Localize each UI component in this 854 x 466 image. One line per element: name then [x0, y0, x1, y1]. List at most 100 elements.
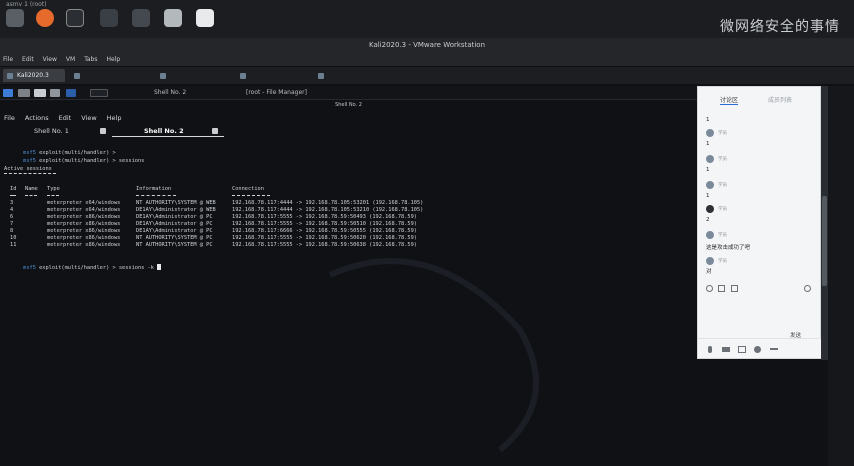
mic-icon[interactable] [708, 346, 712, 353]
close-icon[interactable] [212, 128, 218, 134]
avatar [706, 231, 714, 239]
header-underline [232, 195, 270, 196]
audio-app-icon[interactable] [100, 9, 118, 27]
cell-id: 8 [10, 228, 14, 234]
host-window-title: asmv 1 (root) [6, 1, 47, 8]
task-file-manager[interactable]: [root - File Manager] [246, 87, 307, 99]
avatar [706, 181, 714, 189]
side-panel-scrollbar[interactable] [821, 86, 828, 360]
message-text: 对 [706, 269, 712, 275]
term-menu-edit[interactable]: Edit [59, 114, 72, 122]
tab-label: Shell No. 1 [34, 127, 69, 135]
vm-tab-2[interactable] [70, 69, 150, 82]
browser-icon[interactable] [50, 89, 60, 97]
share-screen-icon[interactable] [738, 346, 746, 353]
section-underline [4, 173, 56, 174]
scissors-icon[interactable] [718, 285, 725, 292]
vm-menu-tabs[interactable]: Tabs [84, 54, 97, 66]
chat-toolbar [706, 284, 814, 294]
terminal-icon[interactable] [66, 9, 84, 27]
workspace-2[interactable] [90, 89, 108, 97]
avatar [706, 155, 714, 163]
workspace-1[interactable] [66, 89, 76, 97]
cell-connection: 192.168.78.117:5555 -> 192.168.78.59:504… [232, 214, 417, 220]
term-menu-help[interactable]: Help [107, 114, 122, 122]
vm-tab-4[interactable] [236, 69, 308, 82]
cell-information: NT AUTHORITY\SYSTEM @ WEB [136, 200, 216, 206]
term-menu-actions[interactable]: Actions [25, 114, 49, 122]
cell-type: meterpreter x86/windows [47, 228, 121, 234]
terminal-window[interactable]: Shell No. 2 File Actions Edit View Help … [0, 100, 697, 466]
vmware-tab-strip: Kali2020.3 [0, 67, 854, 84]
tab-shell-no-2[interactable]: Shell No. 2 [112, 126, 224, 137]
message-input[interactable] [702, 297, 816, 333]
vm-bottom-area [697, 360, 828, 466]
side-panel-footer [698, 338, 822, 358]
cell-id: 10 [10, 235, 17, 241]
vmware-icon[interactable] [164, 9, 182, 27]
close-icon[interactable] [100, 128, 106, 134]
message-author: 学员 [718, 183, 727, 188]
message-text: 1 [706, 117, 710, 123]
term-menu-view[interactable]: View [81, 114, 96, 122]
files-icon[interactable] [18, 89, 30, 97]
message-author: 学员 [718, 131, 727, 136]
section-title: Active sessions [4, 166, 52, 172]
scroll-thumb[interactable] [822, 196, 827, 286]
terminal-launcher-icon[interactable] [34, 89, 46, 97]
camera-icon[interactable] [722, 347, 730, 352]
info-icon[interactable] [804, 285, 811, 292]
cursor [157, 264, 162, 270]
discussion-panel-header: 讨论区 成员列表 [698, 87, 822, 111]
terminal-input-line[interactable]: msf5 exploit(multi/handler) > sessions -… [4, 258, 162, 277]
prompt: msf5 [23, 158, 36, 164]
kali-menu-icon[interactable] [3, 89, 13, 97]
cell-connection: 192.168.78.117:5555 -> 192.168.78.59:506… [232, 242, 417, 248]
vmware-title-bar: Kali2020.3 - VMware Workstation [0, 38, 854, 54]
vm-icon [74, 73, 80, 79]
cell-type: meterpreter x86/windows [47, 214, 121, 220]
emoji-icon[interactable] [706, 285, 713, 292]
cell-id: 7 [10, 221, 14, 227]
vm-menu-view[interactable]: View [43, 54, 57, 66]
trash-icon[interactable] [6, 9, 24, 27]
message-text: 1 [706, 193, 710, 199]
cell-type: meterpreter x64/windows [47, 200, 121, 206]
cell-connection: 192.168.78.117:4444 -> 192.168.78.105:53… [232, 200, 424, 206]
table-header-id: Id [10, 186, 17, 192]
tab-members[interactable]: 成员列表 [768, 95, 792, 104]
vm-tab-3[interactable] [156, 69, 230, 82]
terminal-tab-bar: Shell No. 1 Shell No. 2 [0, 124, 697, 138]
notes-icon[interactable] [196, 9, 214, 27]
vm-menu-help[interactable]: Help [107, 54, 121, 66]
members-icon[interactable] [754, 346, 761, 353]
vm-tab-kali[interactable]: Kali2020.3 [3, 69, 65, 82]
header-underline [25, 195, 37, 196]
cell-information: DE1AY\Administrator @ PC [136, 221, 213, 227]
cell-information: NT AUTHORITY\SYSTEM @ PC [136, 235, 213, 241]
cell-information: NT AUTHORITY\SYSTEM @ PC [136, 242, 213, 248]
vm-menu-file[interactable]: File [3, 54, 13, 66]
term-menu-file[interactable]: File [4, 114, 15, 122]
cell-information: DE1AY\Administrator @ PC [136, 228, 213, 234]
cell-id: 6 [10, 214, 14, 220]
vm-tab-5[interactable] [314, 69, 386, 82]
tab-label: Shell No. 2 [144, 127, 184, 135]
network-app-icon[interactable] [132, 9, 150, 27]
firefox-icon[interactable] [36, 9, 54, 27]
vm-menu-edit[interactable]: Edit [22, 54, 34, 66]
vm-menu-vm[interactable]: VM [66, 54, 75, 66]
cell-connection: 192.168.78.117:4444 -> 192.168.78.105:53… [232, 207, 424, 213]
vmware-title: Kali2020.3 - VMware Workstation [368, 41, 486, 49]
tab-shell-no-1[interactable]: Shell No. 1 [4, 126, 110, 137]
message-text: 1 [706, 167, 710, 173]
task-shell-no-2[interactable]: Shell No. 2 [154, 87, 186, 99]
cell-id: 11 [10, 242, 17, 248]
more-icon[interactable] [770, 348, 778, 350]
image-icon[interactable] [731, 285, 738, 292]
message-text: 这是攻击成功了吧 [706, 245, 751, 251]
message-author: 学员 [718, 259, 727, 264]
host-right-edge [828, 86, 854, 466]
tab-discussion[interactable]: 讨论区 [720, 95, 739, 105]
cell-type: meterpreter x86/windows [47, 221, 121, 227]
